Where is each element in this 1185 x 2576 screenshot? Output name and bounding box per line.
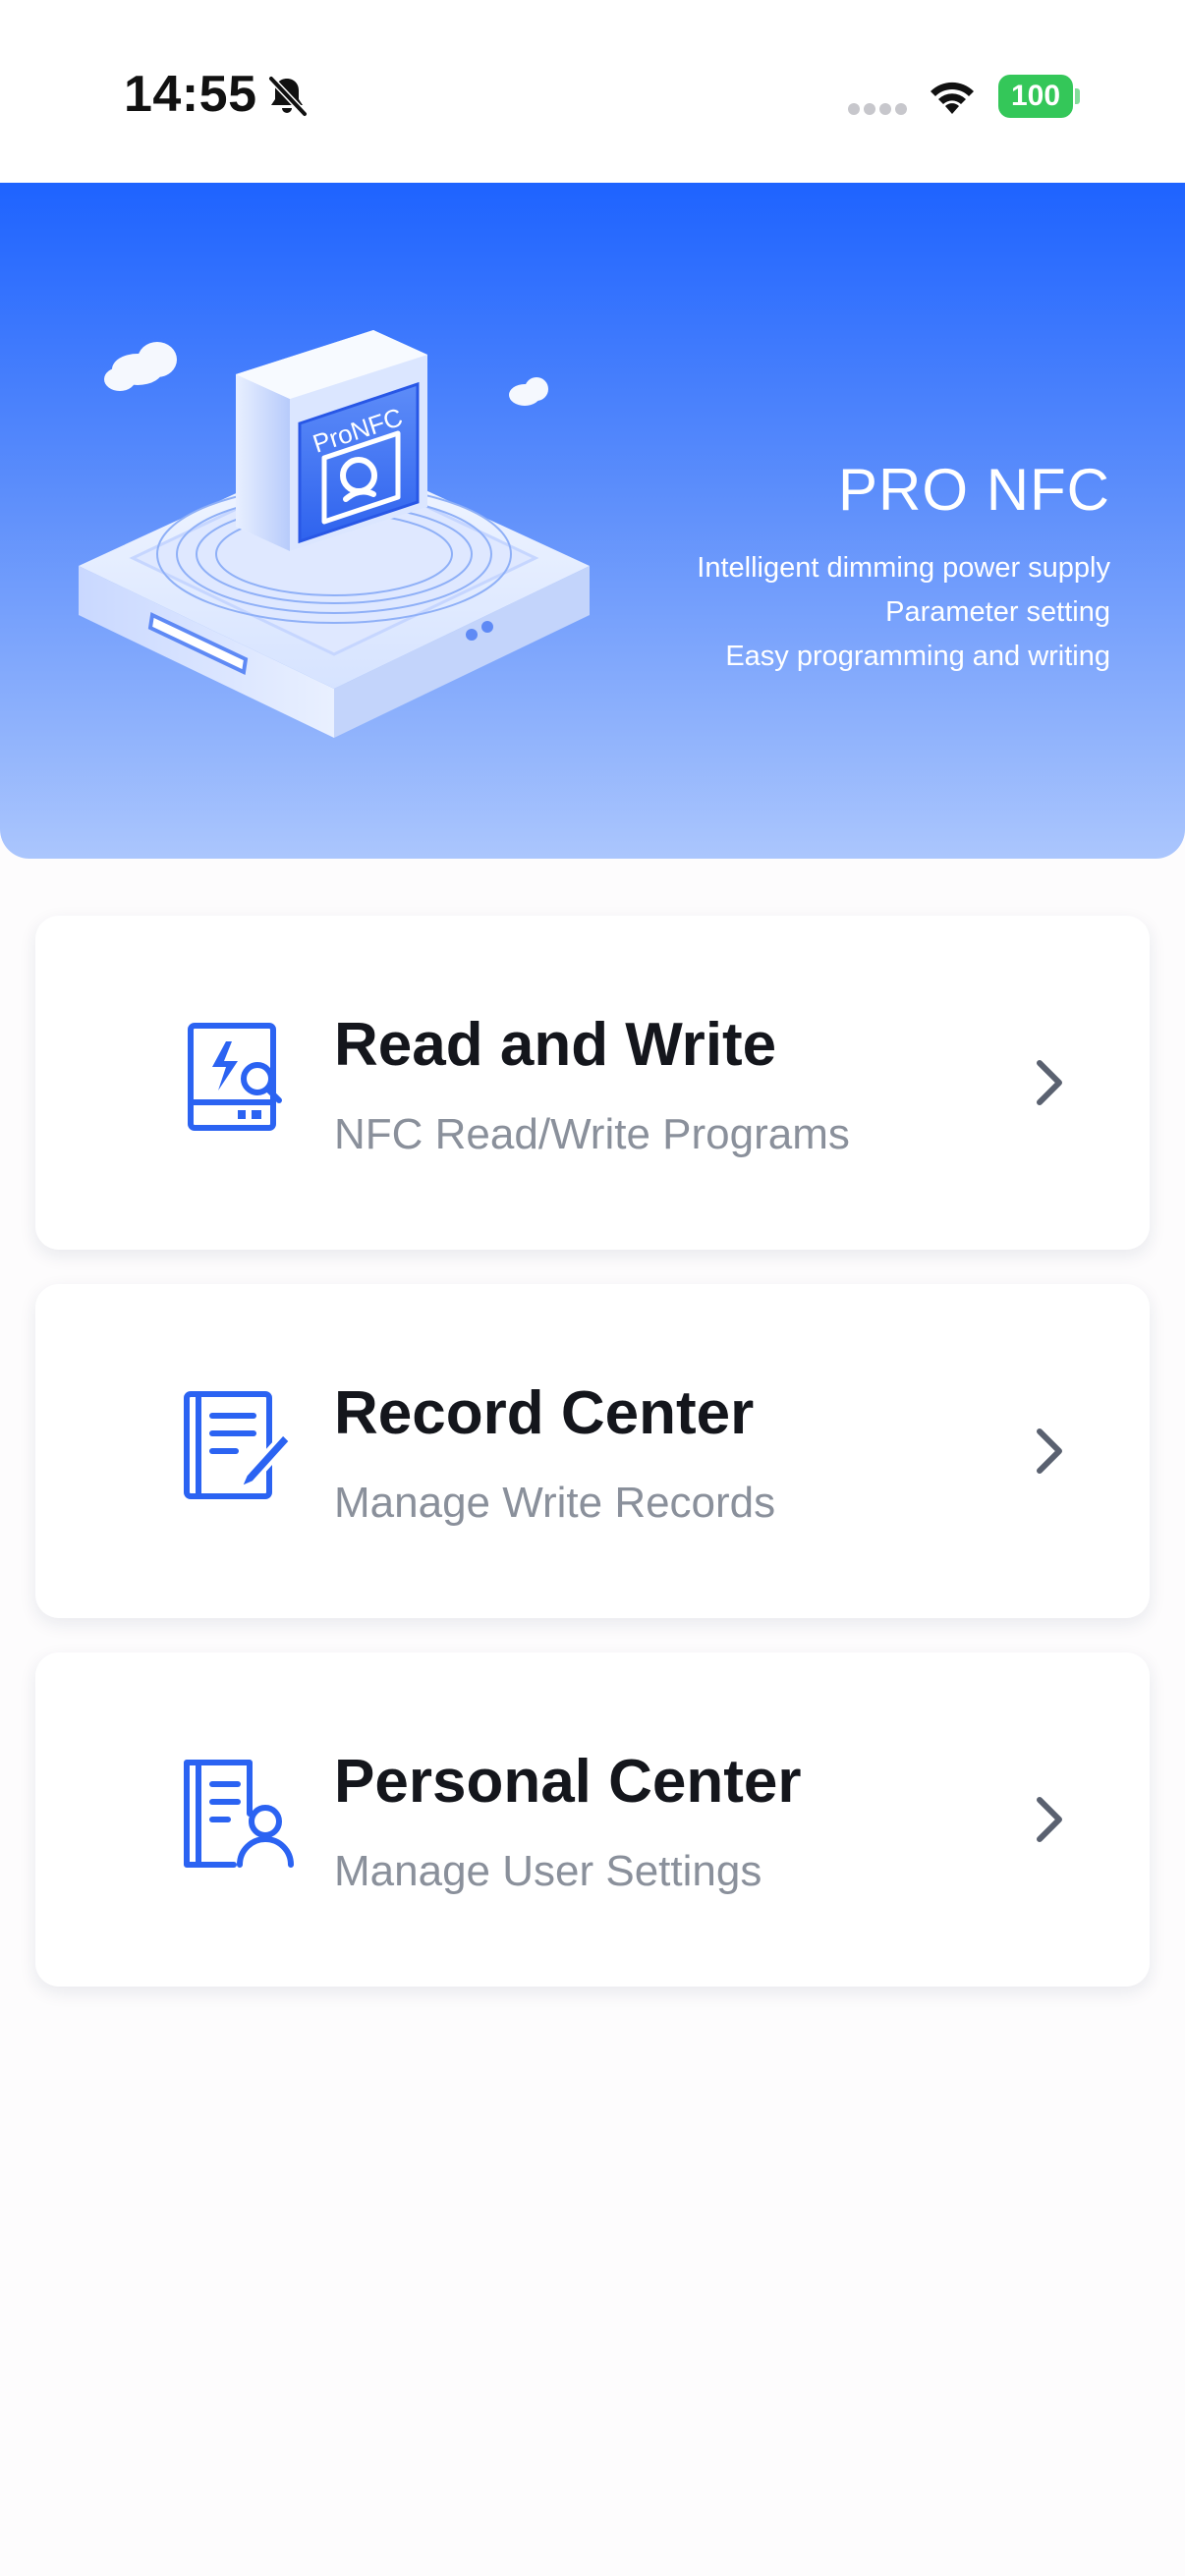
- card-subtitle: Manage User Settings: [334, 1847, 762, 1895]
- chevron-right-icon: [1037, 1060, 1062, 1105]
- wifi-icon: [931, 82, 974, 114]
- card-subtitle: NFC Read/Write Programs: [334, 1110, 850, 1158]
- nfc-device-illustration: ProNFC: [79, 330, 590, 738]
- user-document-icon: [184, 1760, 294, 1868]
- hero-description-line: Intelligent dimming power supply: [697, 552, 1110, 584]
- card-subtitle: Manage Write Records: [334, 1479, 776, 1527]
- status-time: 14:55: [124, 66, 257, 123]
- card-title: Personal Center: [334, 1748, 802, 1816]
- record-center-card[interactable]: Record Center Manage Write Records: [35, 1284, 1150, 1618]
- chevron-right-icon: [1037, 1428, 1062, 1474]
- hero-description-line: Easy programming and writing: [725, 641, 1110, 672]
- cloud-icon: [104, 342, 177, 391]
- personal-center-card[interactable]: Personal Center Manage User Settings: [35, 1652, 1150, 1987]
- hero-title: PRO NFC: [838, 457, 1110, 523]
- battery-tip: [1075, 88, 1080, 104]
- hero-description-line: Parameter setting: [885, 596, 1110, 628]
- battery-icon: 100: [998, 75, 1080, 118]
- bell-slash-icon: [268, 76, 308, 117]
- chevron-right-icon: [1037, 1797, 1062, 1842]
- status-bar: 14:55 100: [0, 0, 1185, 183]
- hero-banner: ProNFC PRO NFC Intelligent dimming power…: [0, 183, 1185, 859]
- nfc-read-write-icon: [188, 1023, 282, 1131]
- card-title: Read and Write: [334, 1011, 777, 1079]
- record-edit-icon: [184, 1391, 293, 1499]
- card-title: Record Center: [334, 1379, 755, 1447]
- battery-level: 100: [998, 75, 1073, 118]
- read-and-write-card[interactable]: Read and Write NFC Read/Write Programs: [35, 916, 1150, 1250]
- signal-icon: [848, 103, 907, 115]
